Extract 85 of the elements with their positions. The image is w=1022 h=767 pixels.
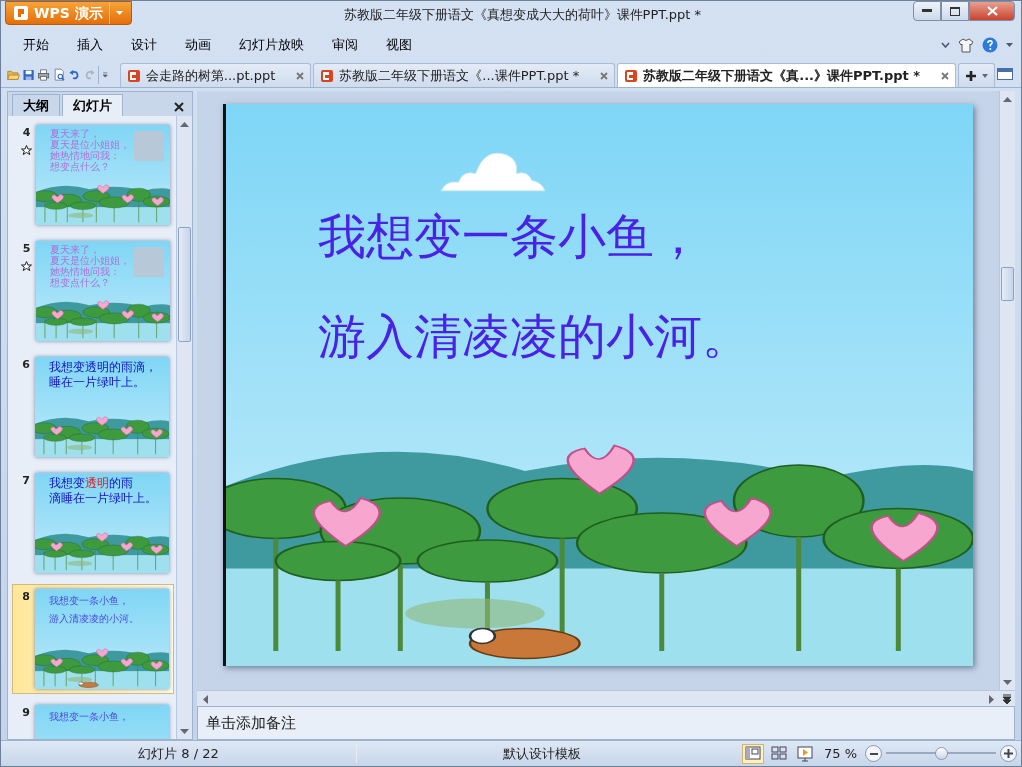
slideshow-icon[interactable] [794,743,816,764]
slide-text-line: 我想变一条小鱼， [49,594,130,608]
slide-text-line: 我想变透明的雨 [49,476,134,491]
slide-text-line: 我想变一条小鱼， [49,710,130,724]
caret-down-icon[interactable] [1006,43,1013,47]
slide-thumbnail[interactable]: 我想变一条小鱼， [35,705,169,739]
photo-placeholder [134,247,164,277]
panel-tab[interactable]: 幻灯片 [62,94,123,116]
slide-text-line: 夏天来了， [50,128,100,139]
slide-text-line: 游入清凌凌的小河。 [49,612,140,626]
slide-text-line: 夏天来了， [50,244,100,255]
new-tab-button[interactable] [958,63,996,87]
plus-icon [1004,749,1014,758]
help-icon[interactable] [982,37,998,53]
shirt-icon[interactable] [958,37,974,53]
slide-thumbnail[interactable]: 我想变透明的雨滴， 睡在一片绿叶上。 [35,357,169,457]
slide-thumbnail[interactable]: 我想变一条小鱼， 游入清凌凌的小河。 [35,589,169,689]
slide-text-line: 游入清凌凌的小河。 [318,307,750,366]
zoom-slider-thumb[interactable] [935,747,949,760]
logo-icon [14,6,28,20]
minimize-button[interactable] [913,1,941,21]
slide-number: 8 [22,589,30,605]
menu-item[interactable]: 视图 [386,35,424,55]
slide-thumbnail-row[interactable]: 4 夏天来了， 夏天是位小姐姐， 她热情地问我： 想变点什么？ [12,120,174,230]
close-icon [986,6,998,16]
slide-thumbnail-row[interactable]: 6 我想变透明的雨滴， 睡在一片绿叶上。 [12,352,174,462]
window-title: 苏教版二年级下册语文《真想变成大大的荷叶》课件PPT.ppt * [342,5,703,24]
slide-thumbnail-row[interactable]: 5 夏天来了， 夏天是位小姐姐， 她热情地问我： 想变点什么？ [12,236,174,346]
document-tab[interactable]: 会走路的树第...pt.ppt [119,63,312,87]
close-icon[interactable] [174,102,184,112]
plus-icon [965,69,978,82]
slide-text-line: 她热情地问我： [50,150,121,161]
slide-text-line: 我想变一条小鱼， [318,207,702,266]
zoom-level: 75 % [824,744,858,763]
presentation-file-icon [624,68,639,83]
presentation-file-icon [320,68,335,83]
slide-thumbnail-row[interactable]: 7 我想变透明的雨 滴睡在一片绿叶上。 [12,468,174,578]
menu-item[interactable]: 审阅 [332,35,370,55]
slide-number: 6 [22,357,30,373]
double-arrow-down-icon [1003,694,1011,704]
slide-text-line: 想变点什么？ [50,161,111,172]
caret-down-icon[interactable] [115,11,123,15]
slide-thumbnail[interactable]: 我想变透明的雨 滴睡在一片绿叶上。 [35,473,169,573]
zoom-out-button[interactable] [865,745,883,762]
normal-view-icon[interactable] [742,743,764,764]
slide-counter: 幻灯片 8 / 22 [138,744,219,763]
slide-text-line: 我想变透明的雨滴， [49,360,158,375]
scrollbar-thumb[interactable] [1001,267,1014,301]
slide-text-line: 夏天是位小姐姐， [50,255,131,266]
menu-item[interactable]: 幻灯片放映 [239,35,316,55]
window-layout-icon[interactable] [997,68,1014,80]
slide-thumbnail-row[interactable]: 8 我想变一条小鱼， 游入清凌凌的小河。 [12,584,174,694]
zoom-in-button[interactable] [1000,745,1018,762]
menu-item[interactable]: 设计 [131,35,169,55]
caret-down-icon [982,73,989,78]
slide-number: 7 [22,473,30,489]
notes-field[interactable]: 单击添加备注 [197,706,1015,740]
menu-item[interactable]: 动画 [185,35,223,55]
slide-number: 5 [22,241,31,257]
slide-text-line: 夏天是位小姐姐， [50,139,131,150]
maximize-icon [950,6,960,16]
slide-text-line: 她热情地问我： [50,266,121,277]
slide-text-line: 滴睡在一片绿叶上。 [49,491,158,506]
chevron-down-icon[interactable] [941,42,950,48]
maximize-button[interactable] [941,1,969,21]
printer-icon[interactable] [37,66,51,84]
document-tab[interactable]: 苏教版二年级下册语文《...课件PPT.ppt * [313,63,616,87]
slide-text-line: 想变点什么？ [50,277,111,288]
photo-placeholder [134,131,164,161]
presentation-file-icon [126,68,141,83]
document-tab[interactable]: 苏教版二年级下册语文《真...》课件PPT.ppt * [617,63,957,87]
close-button[interactable] [969,1,1015,21]
slide-number: 9 [22,705,30,721]
scrollbar-thumb[interactable] [178,227,191,342]
minimize-icon [922,9,932,13]
template-name: 默认设计模板 [502,744,581,763]
print-preview-icon[interactable] [52,66,66,84]
minus-icon [869,752,878,755]
emphasized-text: 透明 [85,476,109,490]
menu-item[interactable]: 插入 [77,35,115,55]
slide-number: 4 [22,125,31,141]
panel-tab[interactable]: 大纲 [12,94,60,116]
slide-text-line: 睡在一片绿叶上。 [49,375,146,390]
slide-thumbnail-row[interactable]: 9 我想变一条小鱼， [12,700,174,739]
menu-item[interactable]: 开始 [23,35,61,55]
